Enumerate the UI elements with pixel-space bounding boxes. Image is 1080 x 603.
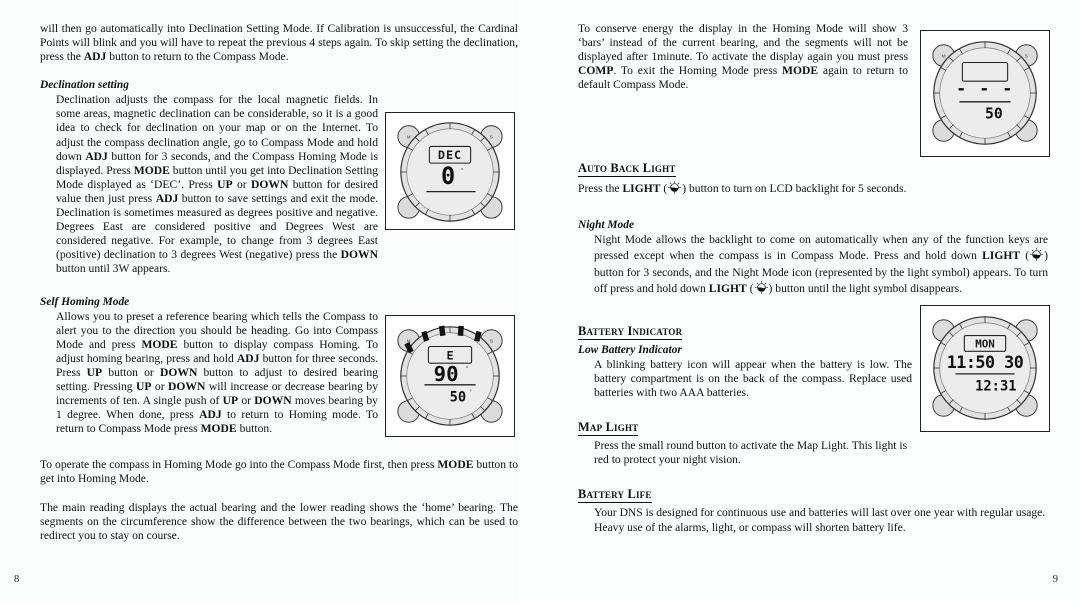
nm-t1: Night Mode allows the backlight to come …	[594, 232, 1048, 262]
svg-text:M: M	[942, 54, 946, 59]
battery-indicator-heading: Battery Indicator	[578, 323, 683, 340]
figure-compass-declination: M S DEC 0 °	[385, 112, 515, 230]
sh-b9: ADJ	[199, 408, 222, 422]
sh-b7: UP	[222, 394, 239, 408]
sh-t4: button or	[102, 365, 160, 379]
light-icon	[1029, 247, 1044, 266]
sh-t11: button.	[236, 422, 273, 436]
ce-t1: To conserve energy the display in the Ho…	[578, 22, 908, 64]
sh-t6: or	[151, 379, 169, 393]
auto-back-light-heading: Auto Back Light	[578, 161, 676, 178]
lcd-bars: - - -	[956, 78, 1014, 98]
figure-compass-homing: M S E 90 ° 50 °	[385, 315, 515, 437]
night-mode-heading: Night Mode	[578, 218, 635, 231]
lcd-lower-value: 50	[985, 106, 1003, 123]
self-homing-body: Allows you to preset a reference bearing…	[40, 310, 378, 437]
sh-b10: MODE	[200, 422, 237, 436]
lcd-value: 0	[441, 162, 455, 190]
decl-t7: button until 3W appears.	[56, 262, 171, 276]
decl-b5: ADJ	[155, 191, 179, 205]
left-page-content: will then go automatically into Declinat…	[40, 22, 518, 552]
auto-back-light-heading-wrap: Auto Back Light	[578, 159, 1048, 178]
nm-b2: LIGHT	[708, 281, 747, 295]
homing-operation-paragraph: To operate the compass in Homing Mode go…	[40, 458, 518, 486]
figure-left-button-label: M	[407, 135, 411, 140]
sh-b8: DOWN	[254, 394, 292, 408]
nm-t5: ) button until the light symbol disappea…	[768, 281, 963, 295]
decl-b3: UP	[217, 177, 233, 191]
lcd-mode-label: MON	[975, 337, 995, 350]
compass-time-svg: MON 11:50 30 12:31	[932, 316, 1038, 420]
ho-t1: To operate the compass in Homing Mode go…	[40, 458, 438, 472]
decl-b6: DOWN	[340, 248, 378, 262]
compass-declination-svg: M S DEC 0 °	[397, 122, 503, 222]
figure-compass-energy-save: M S - - - 50	[920, 30, 1050, 157]
declination-body: Declination adjusts the compass for the …	[40, 93, 378, 276]
decl-b2: MODE	[133, 163, 170, 177]
abl-t1: Press the	[578, 182, 623, 196]
ce-b1: COMP	[578, 64, 614, 78]
sh-b2: ADJ	[236, 351, 260, 365]
battery-life-body: Your DNS is designed for continuous use …	[594, 506, 1046, 534]
abl-b1: LIGHT	[622, 182, 661, 196]
sh-b1: MODE	[141, 337, 178, 351]
nm-b1: LIGHT	[982, 248, 1021, 262]
adj-button-ref: ADJ	[83, 50, 107, 64]
nm-t2: (	[1020, 248, 1030, 262]
abl-t2: (	[660, 182, 668, 196]
map-light-body: Press the small round button to activate…	[594, 439, 908, 467]
lcd-mode-label: DEC	[438, 148, 462, 162]
self-homing-heading: Self Homing Mode	[40, 295, 130, 308]
sh-b6: DOWN	[168, 379, 206, 393]
battery-life-heading-wrap: Battery Life	[578, 485, 1048, 504]
page-number-left: 8	[14, 574, 20, 585]
svg-text:S: S	[1025, 54, 1028, 59]
segments-paragraph: The main reading displays the actual bea…	[40, 500, 518, 542]
svg-text:S: S	[490, 339, 493, 344]
sh-b4: DOWN	[159, 365, 198, 379]
auto-back-light-body: Press the LIGHT ( ) button to turn on LCD…	[578, 180, 1048, 199]
svg-text:°: °	[470, 391, 472, 396]
battery-life-heading: Battery Life	[578, 487, 652, 504]
svg-text:M: M	[407, 339, 411, 344]
sh-b5: UP	[136, 379, 152, 393]
lcd-lower-value: 12:31	[975, 379, 1016, 395]
ho-b1: MODE	[437, 458, 474, 472]
decl-b4: DOWN	[250, 177, 289, 191]
lcd-main-value: 11:50 30	[947, 352, 1024, 372]
lcd-mode-label: E	[446, 348, 453, 362]
page-number-right: 9	[1052, 574, 1058, 585]
night-mode-body: Night Mode allows the backlight to come …	[578, 233, 1048, 299]
sh-t8: or	[238, 394, 255, 408]
figure-compass-time: MON 11:50 30 12:31	[920, 305, 1050, 432]
nm-t4: (	[746, 281, 754, 295]
decl-t4: or	[232, 177, 251, 191]
ce-t2: . To exit the Homing Mode press	[613, 64, 783, 78]
figure-right-button-label: S	[490, 135, 493, 140]
sh-b3: UP	[86, 365, 103, 379]
light-icon	[667, 180, 682, 199]
lcd-main-value: 90	[434, 362, 459, 386]
declination-heading: Declination setting	[40, 79, 129, 92]
conserve-energy-paragraph: To conserve energy the display in the Ho…	[578, 22, 908, 92]
intro-paragraph: will then go automatically into Declinat…	[40, 22, 518, 64]
lcd-lower-value: 50	[450, 390, 467, 406]
low-battery-body: A blinking battery icon will appear when…	[594, 357, 912, 400]
ce-b2: MODE	[782, 64, 819, 78]
compass-energy-save-svg: M S - - - 50	[932, 41, 1038, 145]
map-light-heading: Map Light	[578, 420, 639, 437]
compass-homing-svg: M S E 90 ° 50 °	[397, 325, 503, 426]
intro-text-2: button to return to the Compass Mode.	[106, 50, 289, 64]
decl-b1: ADJ	[85, 149, 108, 163]
abl-t3: ) button to turn on LCD backlight for 5 …	[682, 182, 907, 196]
light-icon	[754, 280, 769, 299]
